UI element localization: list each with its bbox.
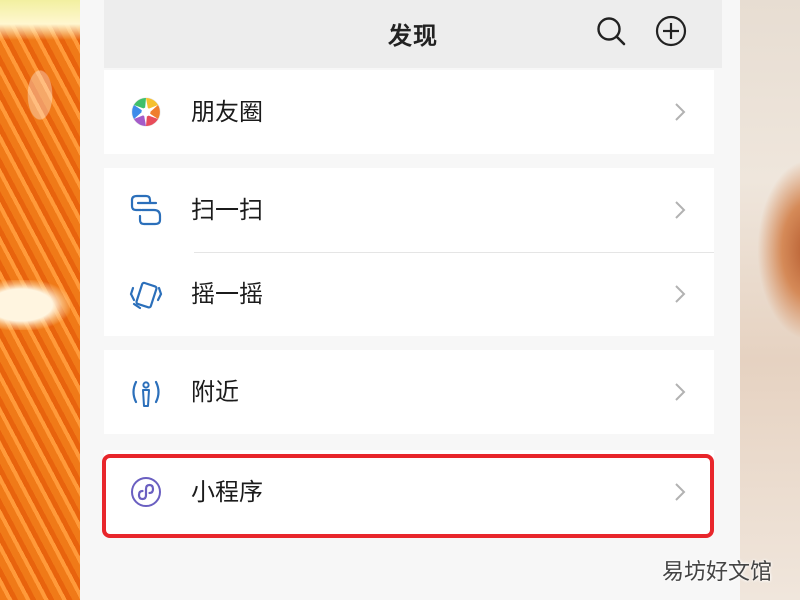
page-title: 发现: [388, 22, 438, 50]
search-icon[interactable]: [594, 14, 628, 48]
add-circle-icon[interactable]: [654, 14, 688, 48]
group-nearby: 附近: [104, 350, 714, 434]
scan-icon: [130, 194, 162, 226]
nearby-icon: [132, 380, 160, 407]
menu-item-label: 摇一摇: [191, 280, 263, 308]
shake-icon: [129, 281, 163, 310]
orange-pith: [0, 280, 70, 330]
aperture-icon: [131, 97, 161, 127]
highlight-box: [102, 454, 714, 538]
group-moments: 朋友圈: [104, 70, 714, 154]
top-bar: 发现: [104, 0, 722, 68]
chevron-right-icon: [675, 285, 686, 303]
menu-item-shake[interactable]: 摇一摇: [104, 252, 714, 336]
watermark: 易坊好文馆: [661, 560, 772, 585]
menu-item-label: 附近: [191, 378, 239, 406]
chevron-right-icon: [675, 103, 686, 121]
orange-rind: [0, 0, 80, 40]
menu-item-label: 扫一扫: [191, 196, 263, 224]
menu-item-label: 朋友圈: [191, 98, 263, 126]
chevron-right-icon: [675, 201, 686, 219]
menu-item-nearby[interactable]: 附近: [104, 350, 714, 434]
menu-item-moments[interactable]: 朋友圈: [104, 70, 714, 154]
chevron-right-icon: [675, 383, 686, 401]
background-photo-right: [740, 0, 800, 600]
menu-item-scan[interactable]: 扫一扫: [104, 168, 714, 252]
background-photo-left: [0, 0, 80, 600]
group-scan-shake: 扫一扫 摇一摇: [104, 168, 714, 336]
